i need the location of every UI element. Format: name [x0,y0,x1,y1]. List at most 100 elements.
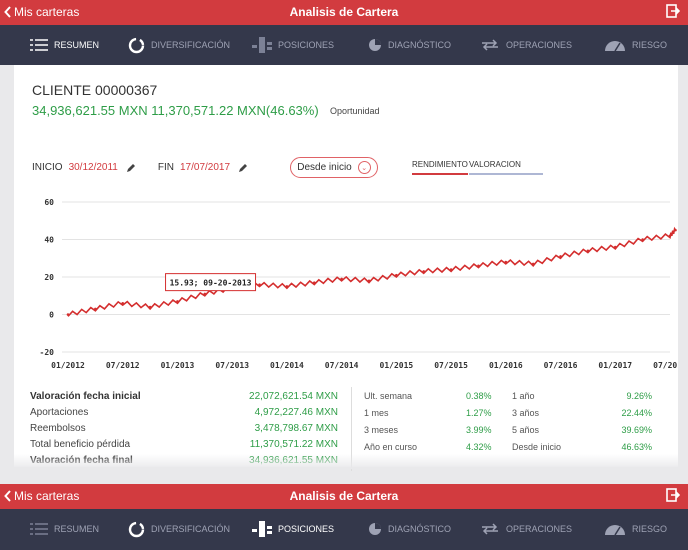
x-tick-label: 01/2017 [598,361,632,370]
nav-resumen-label: RESUMEN [54,524,100,534]
chevron-down-icon: ⌄ [357,161,371,174]
data-point [641,238,644,241]
x-tick-label: 07/2016 [544,361,578,370]
start-date-value[interactable]: 30/12/2011 [69,162,118,173]
data-point [586,249,590,253]
section-nav: RESUMEN DIVERSIFICACIÓN POSICIONES DIAGN… [0,25,688,65]
summary-label: Valoración fecha inicial [30,391,141,402]
data-point [531,262,535,266]
nav-diagnostico-label: DIAGNÓSTICO [388,40,452,50]
swap-arrows-icon [482,523,498,535]
data-point [674,228,677,232]
tab-rendimiento[interactable]: RENDIMIENTO [412,160,468,175]
pencil-icon[interactable] [126,163,136,173]
bars-icon [252,521,272,537]
nav-operaciones-label: OPERACIONES [506,40,573,50]
nav-diagnostico[interactable]: DIAGNÓSTICO [368,25,451,65]
summary-panel: CLIENTE 00000367 34,936,621.55 MXN 11,37… [14,65,678,471]
scroll-fade [0,454,688,469]
donut-icon [128,521,145,537]
data-point [422,270,426,273]
pie-icon [369,39,381,51]
nav-diagnostico-label: DIAGNÓSTICO [388,524,452,534]
data-point [285,285,289,288]
return-period: 5 años [512,425,540,435]
pencil-icon[interactable] [238,163,248,173]
data-point [148,305,152,309]
nav-diversificacion-label: DIVERSIFICACIÓN [151,524,231,534]
return-value: 46.63% [621,442,652,452]
data-point [203,292,207,296]
page-title: Analisis de Cartera [289,489,399,503]
nav-diversificacion[interactable]: DIVERSIFICACIÓN [128,25,230,65]
x-tick-label: 01/2013 [161,361,195,370]
tab-valoracion[interactable]: VALORACION [469,160,543,175]
nav-resumen[interactable]: RESUMEN [30,509,99,549]
data-point [367,279,371,283]
nav-posiciones-label: POSICIONES [278,524,335,534]
tooltip-text: 15.93; 09-20-2013 [170,279,252,288]
logout-icon[interactable] [666,4,680,18]
data-point [613,245,617,249]
data-point [94,307,97,311]
data-point [477,264,480,268]
nav-riesgo-label: RIESGO [632,40,668,50]
nav-diagnostico[interactable]: DIAGNÓSTICO [368,509,451,549]
logout-icon[interactable] [666,488,680,502]
x-tick-label: 07/2012 [106,361,140,370]
client-title: CLIENTE 00000367 [32,82,158,98]
nav-resumen[interactable]: RESUMEN [30,25,99,65]
pie-icon [369,523,381,535]
x-tick-label: 01/2014 [270,361,304,370]
nav-operaciones[interactable]: OPERACIONES [480,25,572,65]
gauge-icon [605,525,625,535]
summary-label: Aportaciones [30,407,89,418]
nav-riesgo[interactable]: RIESGO [604,25,667,65]
app-header: Mis carteras Analisis de Cartera [0,0,688,25]
x-tick-label: 07/2017 [653,361,678,370]
nav-operaciones-label: OPERACIONES [506,524,573,534]
x-tick-label: 07/2013 [215,361,249,370]
nav-operaciones[interactable]: OPERACIONES [480,509,572,549]
list-icon [30,523,48,535]
data-point [449,268,453,271]
summary-label: Total beneficio pérdida [30,439,131,450]
nav-posiciones[interactable]: POSICIONES [252,25,334,65]
return-period: Desde inicio [512,442,562,452]
period-select-value: Desde inicio [297,162,352,173]
performance-chart: 60 40 20 0 -20 01/2012 07/2012 01/2013 07/2013 01… [40,198,678,370]
nav-riesgo-label: RIESGO [632,524,668,534]
y-tick-label: 0 [49,311,54,320]
series-line [67,226,677,317]
app-header-repeat: Mis carteras Analisis de Cartera [0,484,688,509]
nav-diversificacion[interactable]: DIVERSIFICACIÓN [128,509,230,549]
start-date-label: INICIO [32,162,63,173]
summary-label: Reembolsos [30,423,86,434]
nav-posiciones-label: POSICIONES [278,40,335,50]
end-date-value[interactable]: 17/07/2017 [180,162,230,173]
summary-value: 22,072,621.54 MXN [249,391,338,402]
swap-arrows-icon [482,39,498,51]
x-tick-label: 01/2016 [489,361,523,370]
return-value: 3.99% [466,425,492,435]
y-tick-label: -20 [40,348,55,357]
list-icon [30,39,48,51]
nav-resumen-label: RESUMEN [54,40,100,50]
summary-value: 3,478,798.67 MXN [254,423,338,434]
data-point [258,283,261,286]
portfolio-amounts: 34,936,621.55 MXN 11,370,571.22 MXN(46.6… [32,103,319,118]
summary-value: 4,972,227.46 MXN [254,407,338,418]
period-select[interactable]: Desde inicio ⌄ [290,157,378,178]
return-period: Ult. semana [364,391,413,401]
return-period: 3 años [512,408,540,418]
return-period: 1 año [512,391,535,401]
oportunidad-label: Oportunidad [330,106,380,116]
data-point [340,277,343,281]
data-point [66,313,70,316]
return-value: 4.32% [466,442,492,452]
nav-riesgo[interactable]: RIESGO [604,509,667,549]
section-nav-repeat: RESUMEN DIVERSIFICACIÓN POSICIONES DIAGN… [0,509,688,550]
return-value: 1.27% [466,408,492,418]
nav-posiciones[interactable]: POSICIONES [252,509,334,549]
data-point [176,300,179,303]
